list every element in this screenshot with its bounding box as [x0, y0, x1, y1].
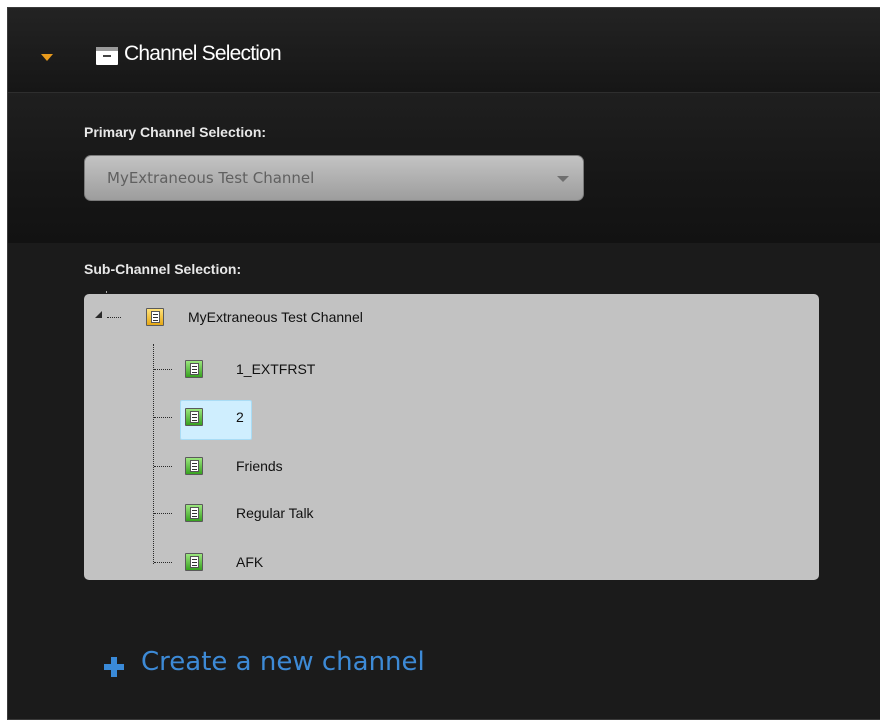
tree-connector-line — [153, 344, 154, 564]
tree-item-label: Regular Talk — [236, 505, 314, 521]
channel-icon — [185, 408, 203, 426]
chevron-down-icon — [557, 176, 569, 182]
primary-channel-dropdown[interactable]: MyExtraneous Test Channel — [84, 155, 584, 201]
channel-icon — [185, 504, 203, 522]
channel-icon — [185, 360, 203, 378]
collapse-arrow-icon[interactable] — [41, 54, 53, 61]
channel-icon — [185, 457, 203, 475]
tree-item-label: 2 — [236, 409, 244, 425]
tree-item-label: Friends — [236, 458, 283, 474]
tree-connector-line — [154, 562, 172, 563]
expand-toggle-icon[interactable] — [95, 311, 102, 318]
sub-channel-tree: MyExtraneous Test Channel 1_EXTFRST 2 Fr… — [84, 294, 819, 580]
panel-title: Channel Selection — [124, 42, 282, 65]
sub-channel-label: Sub-Channel Selection: — [84, 261, 242, 277]
channel-selection-panel: Channel Selection Primary Channel Select… — [7, 7, 880, 720]
tree-connector-line — [154, 369, 172, 370]
channel-folder-icon — [146, 308, 164, 326]
primary-channel-label: Primary Channel Selection: — [84, 124, 267, 140]
create-channel-label: Create a new channel — [141, 647, 425, 677]
tree-item-label: 1_EXTFRST — [236, 361, 316, 377]
tree-connector-line — [154, 417, 172, 418]
panel-header[interactable]: Channel Selection — [8, 8, 880, 93]
primary-channel-value: MyExtraneous Test Channel — [107, 169, 315, 187]
channel-icon — [185, 553, 203, 571]
tree-connector-line — [154, 466, 172, 467]
tree-item-label: MyExtraneous Test Channel — [188, 309, 363, 325]
tree-item-label: AFK — [236, 554, 264, 570]
tree-connector-line — [107, 317, 121, 318]
tree-connector-line — [154, 513, 172, 514]
archive-box-icon — [96, 47, 118, 65]
plus-icon — [104, 657, 124, 677]
